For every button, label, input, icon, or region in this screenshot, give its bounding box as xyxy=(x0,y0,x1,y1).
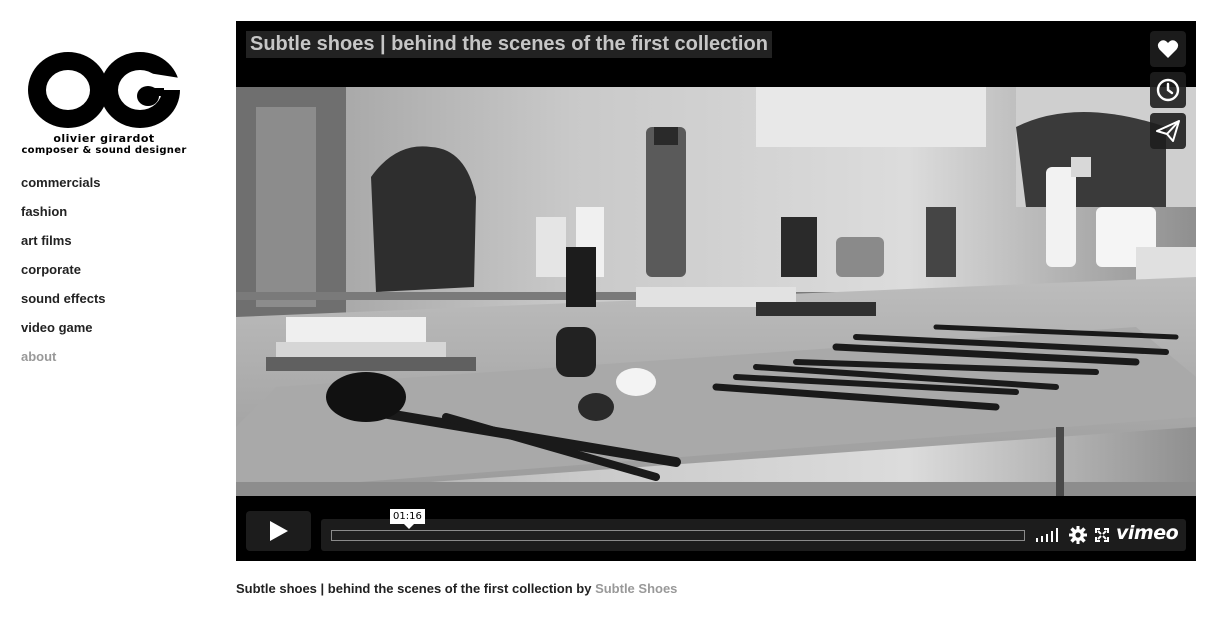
progress-bar[interactable] xyxy=(331,530,1025,541)
nav-item-commercials: commercials xyxy=(21,174,106,203)
nav-link-corporate[interactable]: corporate xyxy=(21,262,81,278)
nav-item-sound-effects: sound effects xyxy=(21,290,106,319)
video-caption: Subtle shoes | behind the scenes of the … xyxy=(236,581,677,596)
paper-plane-icon xyxy=(1156,120,1180,142)
nav-link-about[interactable]: about xyxy=(21,349,56,365)
nav-link-video-game[interactable]: video game xyxy=(21,320,93,336)
share-button[interactable] xyxy=(1150,113,1186,149)
logo-tagline: composer & sound designer xyxy=(21,145,187,156)
caption-text: Subtle shoes | behind the scenes of the … xyxy=(236,581,592,596)
vimeo-logo[interactable]: vimeo xyxy=(1116,522,1179,544)
control-bar: 01:16 vimeo xyxy=(321,509,1186,551)
clock-icon xyxy=(1156,78,1180,102)
heart-icon xyxy=(1157,40,1179,58)
main-nav: commercials fashion art films corporate … xyxy=(21,174,106,377)
nav-item-art-films: art films xyxy=(21,232,106,261)
logo-name: olivier girardot xyxy=(53,132,155,145)
nav-item-video-game: video game xyxy=(21,319,106,348)
fullscreen-icon[interactable] xyxy=(1095,528,1109,542)
nav-item-about: about xyxy=(21,348,106,377)
og-logo-mark xyxy=(28,52,180,128)
play-button[interactable] xyxy=(246,511,311,551)
volume-icon[interactable] xyxy=(1035,528,1059,542)
watch-later-button[interactable] xyxy=(1150,72,1186,108)
side-buttons xyxy=(1150,31,1186,154)
site-logo[interactable]: olivier girardot composer & sound design… xyxy=(18,46,190,158)
timecode: 01:16 xyxy=(390,509,425,529)
video-title[interactable]: Subtle shoes | behind the scenes of the … xyxy=(246,31,772,58)
nav-item-corporate: corporate xyxy=(21,261,106,290)
nav-item-fashion: fashion xyxy=(21,203,106,232)
nav-link-sound-effects[interactable]: sound effects xyxy=(21,291,106,307)
nav-link-fashion[interactable]: fashion xyxy=(21,204,67,220)
player-controls: 01:16 vimeo xyxy=(246,509,1186,551)
caption-author-link[interactable]: Subtle Shoes xyxy=(595,581,677,596)
video-still[interactable] xyxy=(236,87,1196,496)
sidebar: olivier girardot composer & sound design… xyxy=(0,0,220,637)
like-button[interactable] xyxy=(1150,31,1186,67)
nav-link-commercials[interactable]: commercials xyxy=(21,175,101,191)
settings-gear-icon[interactable] xyxy=(1069,526,1087,544)
nav-link-art-films[interactable]: art films xyxy=(21,233,72,249)
video-player[interactable]: Subtle shoes | behind the scenes of the … xyxy=(236,21,1196,561)
play-icon xyxy=(269,521,288,541)
